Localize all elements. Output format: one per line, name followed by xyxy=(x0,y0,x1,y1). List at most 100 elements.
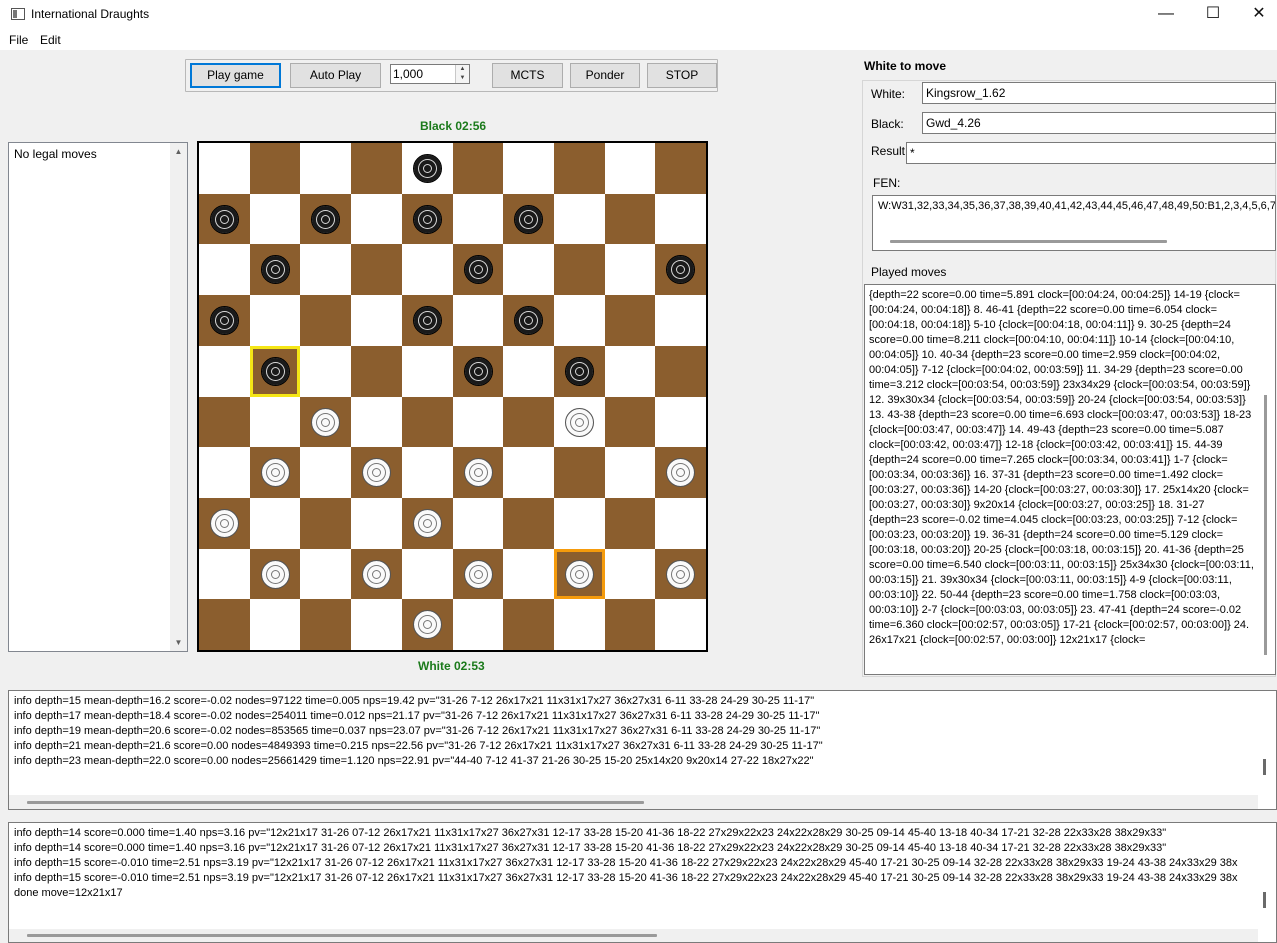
stop-button[interactable]: STOP xyxy=(647,63,717,88)
engine-log-1[interactable]: info depth=15 mean-depth=16.2 score=-0.0… xyxy=(8,690,1277,810)
white-man-piece[interactable] xyxy=(311,407,341,437)
board-square[interactable] xyxy=(452,599,504,650)
board-square[interactable] xyxy=(553,345,605,397)
board-square[interactable] xyxy=(351,447,402,498)
board-square[interactable] xyxy=(452,193,504,245)
board-square[interactable] xyxy=(655,193,706,245)
legal-moves-list[interactable]: No legal moves ▲ ▼ xyxy=(8,142,188,652)
close-button[interactable]: ✕ xyxy=(1236,0,1277,30)
board-square[interactable] xyxy=(553,548,605,600)
spin-up-icon[interactable]: ▲ xyxy=(456,65,469,74)
board-square[interactable] xyxy=(452,295,504,346)
board-square[interactable] xyxy=(300,447,352,498)
board-square[interactable] xyxy=(604,548,656,600)
play-game-button[interactable]: Play game xyxy=(190,63,281,88)
board-square[interactable] xyxy=(249,447,301,498)
board-square[interactable] xyxy=(249,193,301,245)
board-square[interactable] xyxy=(655,599,706,650)
board-square[interactable] xyxy=(553,599,605,650)
menu-edit[interactable]: Edit xyxy=(40,33,61,47)
board-square[interactable] xyxy=(199,295,250,346)
board-square[interactable] xyxy=(199,345,250,397)
board-square[interactable] xyxy=(249,345,301,397)
white-man-piece[interactable] xyxy=(564,407,594,437)
board-square[interactable] xyxy=(503,497,554,549)
board-square[interactable] xyxy=(401,295,453,346)
white-man-piece[interactable] xyxy=(463,559,493,589)
black-man-piece[interactable] xyxy=(463,356,493,386)
board-square[interactable] xyxy=(300,193,352,245)
board-square[interactable] xyxy=(300,244,352,296)
board-square[interactable] xyxy=(351,396,402,448)
black-player-field[interactable]: Gwd_4.26 xyxy=(922,112,1276,134)
board-square[interactable] xyxy=(655,295,706,346)
board-square[interactable] xyxy=(452,497,504,549)
board-square[interactable] xyxy=(199,447,250,498)
white-man-piece[interactable] xyxy=(666,559,696,589)
board-square[interactable] xyxy=(401,447,453,498)
board-square[interactable] xyxy=(300,599,352,650)
board-square[interactable] xyxy=(351,193,402,245)
board-square[interactable] xyxy=(199,193,250,245)
white-man-piece[interactable] xyxy=(412,508,442,538)
board-square[interactable] xyxy=(655,143,706,194)
board-square[interactable] xyxy=(351,244,402,296)
white-man-piece[interactable] xyxy=(666,458,696,488)
board-square[interactable] xyxy=(300,143,352,194)
board-square[interactable] xyxy=(604,447,656,498)
board-square[interactable] xyxy=(351,143,402,194)
black-man-piece[interactable] xyxy=(210,204,239,234)
board-square[interactable] xyxy=(503,244,554,296)
white-man-piece[interactable] xyxy=(564,559,594,589)
board-square[interactable] xyxy=(503,193,554,245)
auto-play-button[interactable]: Auto Play xyxy=(290,63,381,88)
board-square[interactable] xyxy=(300,548,352,600)
spin-down-icon[interactable]: ▼ xyxy=(456,74,469,83)
board-square[interactable] xyxy=(604,345,656,397)
board-square[interactable] xyxy=(199,497,250,549)
board-square[interactable] xyxy=(503,447,554,498)
white-man-piece[interactable] xyxy=(210,508,239,538)
board-square[interactable] xyxy=(401,345,453,397)
list-item[interactable]: No legal moves xyxy=(14,147,97,161)
board-square[interactable] xyxy=(503,548,554,600)
board-square[interactable] xyxy=(604,193,656,245)
board-square[interactable] xyxy=(553,295,605,346)
list-scrollbar[interactable]: ▲ ▼ xyxy=(170,143,187,651)
board-square[interactable] xyxy=(351,548,402,600)
log-1-vscrollbar[interactable] xyxy=(1263,759,1266,775)
board-square[interactable] xyxy=(351,295,402,346)
board-square[interactable] xyxy=(503,396,554,448)
menu-file[interactable]: File xyxy=(9,33,28,47)
board-square[interactable] xyxy=(351,497,402,549)
white-man-piece[interactable] xyxy=(362,458,392,488)
board-square[interactable] xyxy=(401,396,453,448)
board-square[interactable] xyxy=(553,447,605,498)
board-square[interactable] xyxy=(300,295,352,346)
board-square[interactable] xyxy=(553,244,605,296)
white-man-piece[interactable] xyxy=(260,559,290,589)
board-square[interactable] xyxy=(655,497,706,549)
black-man-piece[interactable] xyxy=(463,255,493,285)
board-square[interactable] xyxy=(503,295,554,346)
board-square[interactable] xyxy=(553,396,605,448)
board-square[interactable] xyxy=(300,497,352,549)
black-man-piece[interactable] xyxy=(666,255,696,285)
board-square[interactable] xyxy=(401,497,453,549)
black-man-piece[interactable] xyxy=(210,306,239,336)
board-square[interactable] xyxy=(351,599,402,650)
depth-spinner[interactable]: 1,000 ▲ ▼ xyxy=(390,64,470,84)
board-square[interactable] xyxy=(503,143,554,194)
board-square[interactable] xyxy=(604,244,656,296)
black-man-piece[interactable] xyxy=(412,154,442,183)
white-man-piece[interactable] xyxy=(362,559,392,589)
draughts-board[interactable] xyxy=(197,141,708,652)
log-1-hscroll-track[interactable] xyxy=(9,795,1258,809)
board-square[interactable] xyxy=(300,345,352,397)
maximize-button[interactable]: ☐ xyxy=(1190,0,1236,30)
board-square[interactable] xyxy=(199,599,250,650)
board-square[interactable] xyxy=(401,193,453,245)
board-square[interactable] xyxy=(401,244,453,296)
minimize-button[interactable]: — xyxy=(1143,0,1189,30)
board-square[interactable] xyxy=(655,447,706,498)
